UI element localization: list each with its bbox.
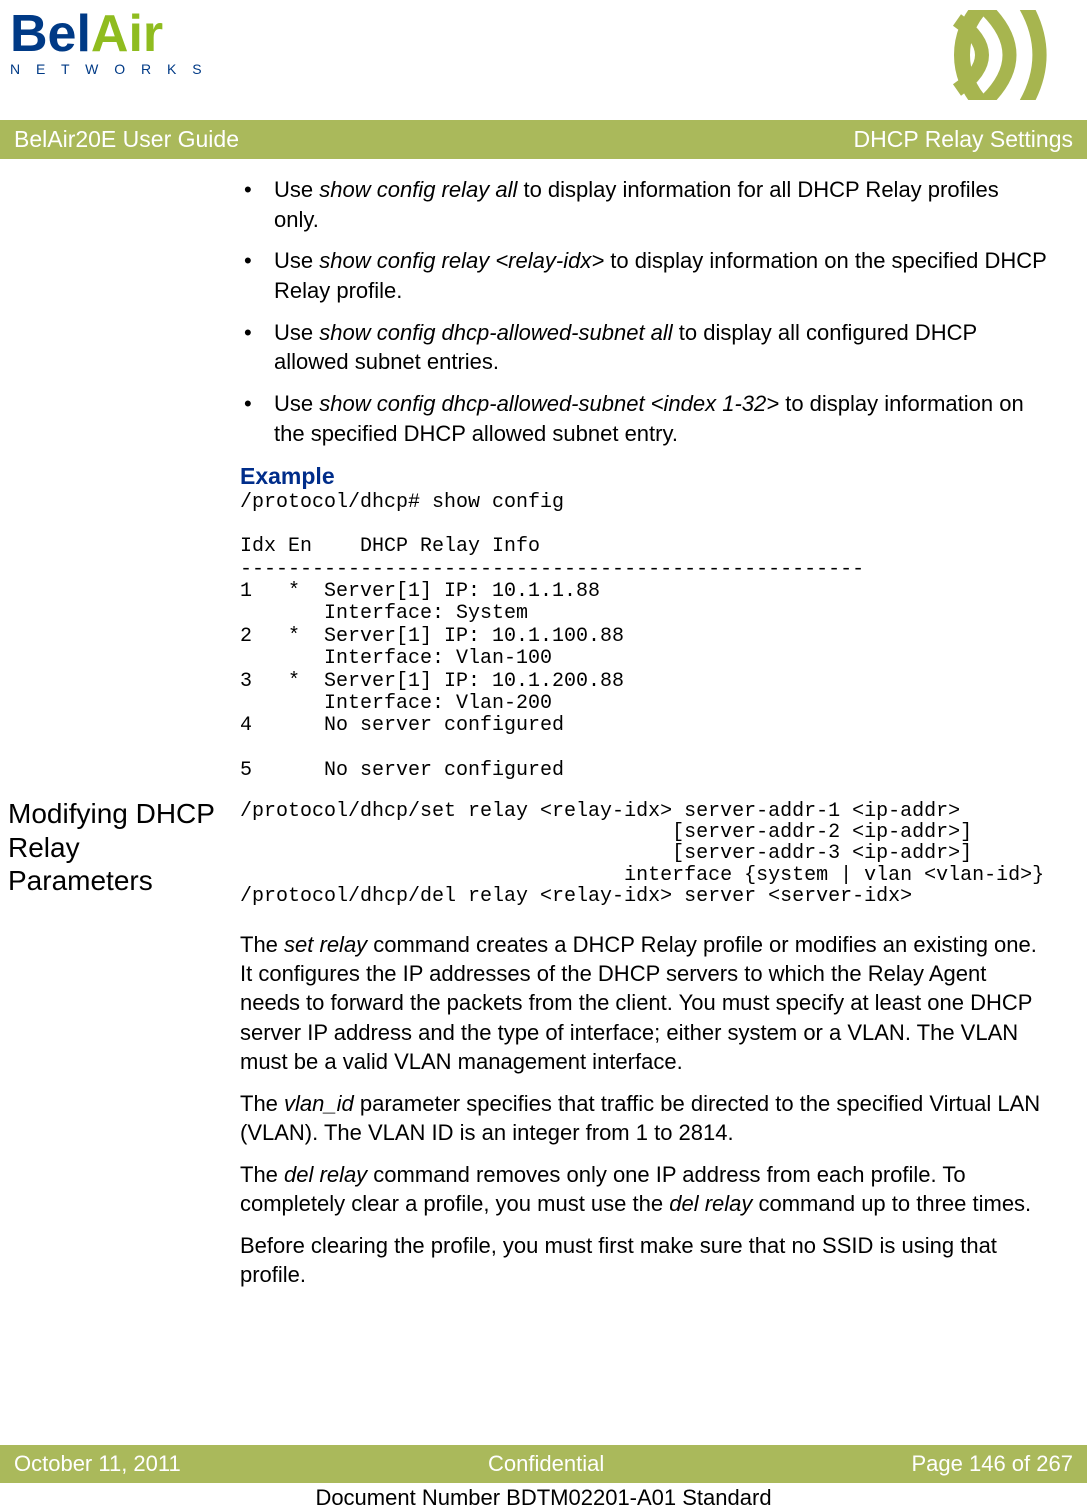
- section-heading: Modifying DHCP Relay Parameters: [8, 797, 228, 898]
- bullet-icon: •: [240, 175, 274, 234]
- example-output-code: /protocol/dhcp# show config Idx En DHCP …: [240, 492, 1047, 783]
- body-paragraph: The del relay command removes only one I…: [240, 1160, 1047, 1219]
- example-heading: Example: [240, 463, 1047, 490]
- title-banner: BelAir20E User Guide DHCP Relay Settings: [0, 120, 1087, 159]
- page-footer: October 11, 2011 Confidential Page 146 o…: [0, 1445, 1087, 1511]
- bullet-icon: •: [240, 246, 274, 305]
- command-syntax-code: /protocol/dhcp/set relay <relay-idx> ser…: [240, 801, 1047, 908]
- bullet-icon: •: [240, 389, 274, 448]
- logo-text-air: Air: [91, 10, 163, 59]
- banner-right: DHCP Relay Settings: [854, 126, 1073, 153]
- logo-text-bel: Bel: [10, 10, 91, 59]
- inline-command: set relay: [284, 932, 367, 957]
- banner-left: BelAir20E User Guide: [14, 126, 239, 153]
- inline-parameter: vlan_id: [284, 1091, 354, 1116]
- logo-subtext: N E T W O R K S: [10, 61, 208, 77]
- body-paragraph: The set relay command creates a DHCP Rel…: [240, 930, 1047, 1077]
- brand-globe-icon: [937, 10, 1057, 100]
- inline-command: del relay: [669, 1191, 752, 1216]
- bullet-icon: •: [240, 318, 274, 377]
- body-paragraph: The vlan_id parameter specifies that tra…: [240, 1089, 1047, 1148]
- inline-command: del relay: [284, 1162, 367, 1187]
- inline-command: show config relay <relay-idx>: [319, 248, 604, 273]
- footer-document-number: Document Number BDTM02201-A01 Standard: [0, 1483, 1087, 1511]
- inline-command: show config dhcp-allowed-subnet <index 1…: [319, 391, 779, 416]
- page-header: BelAir N E T W O R K S: [0, 0, 1087, 100]
- list-item: • Use show config dhcp-allowed-subnet al…: [240, 318, 1047, 377]
- inline-command: show config relay all: [319, 177, 517, 202]
- brand-logo: BelAir N E T W O R K S: [10, 10, 208, 77]
- inline-command: show config dhcp-allowed-subnet all: [319, 320, 672, 345]
- footer-confidentiality: Confidential: [488, 1451, 604, 1477]
- footer-date: October 11, 2011: [14, 1451, 181, 1477]
- list-item: • Use show config relay all to display i…: [240, 175, 1047, 234]
- footer-page-number: Page 146 of 267: [912, 1451, 1073, 1477]
- body-paragraph: Before clearing the profile, you must fi…: [240, 1231, 1047, 1290]
- list-item: • Use show config dhcp-allowed-subnet <i…: [240, 389, 1047, 448]
- list-item: • Use show config relay <relay-idx> to d…: [240, 246, 1047, 305]
- command-bullet-list: • Use show config relay all to display i…: [240, 175, 1047, 449]
